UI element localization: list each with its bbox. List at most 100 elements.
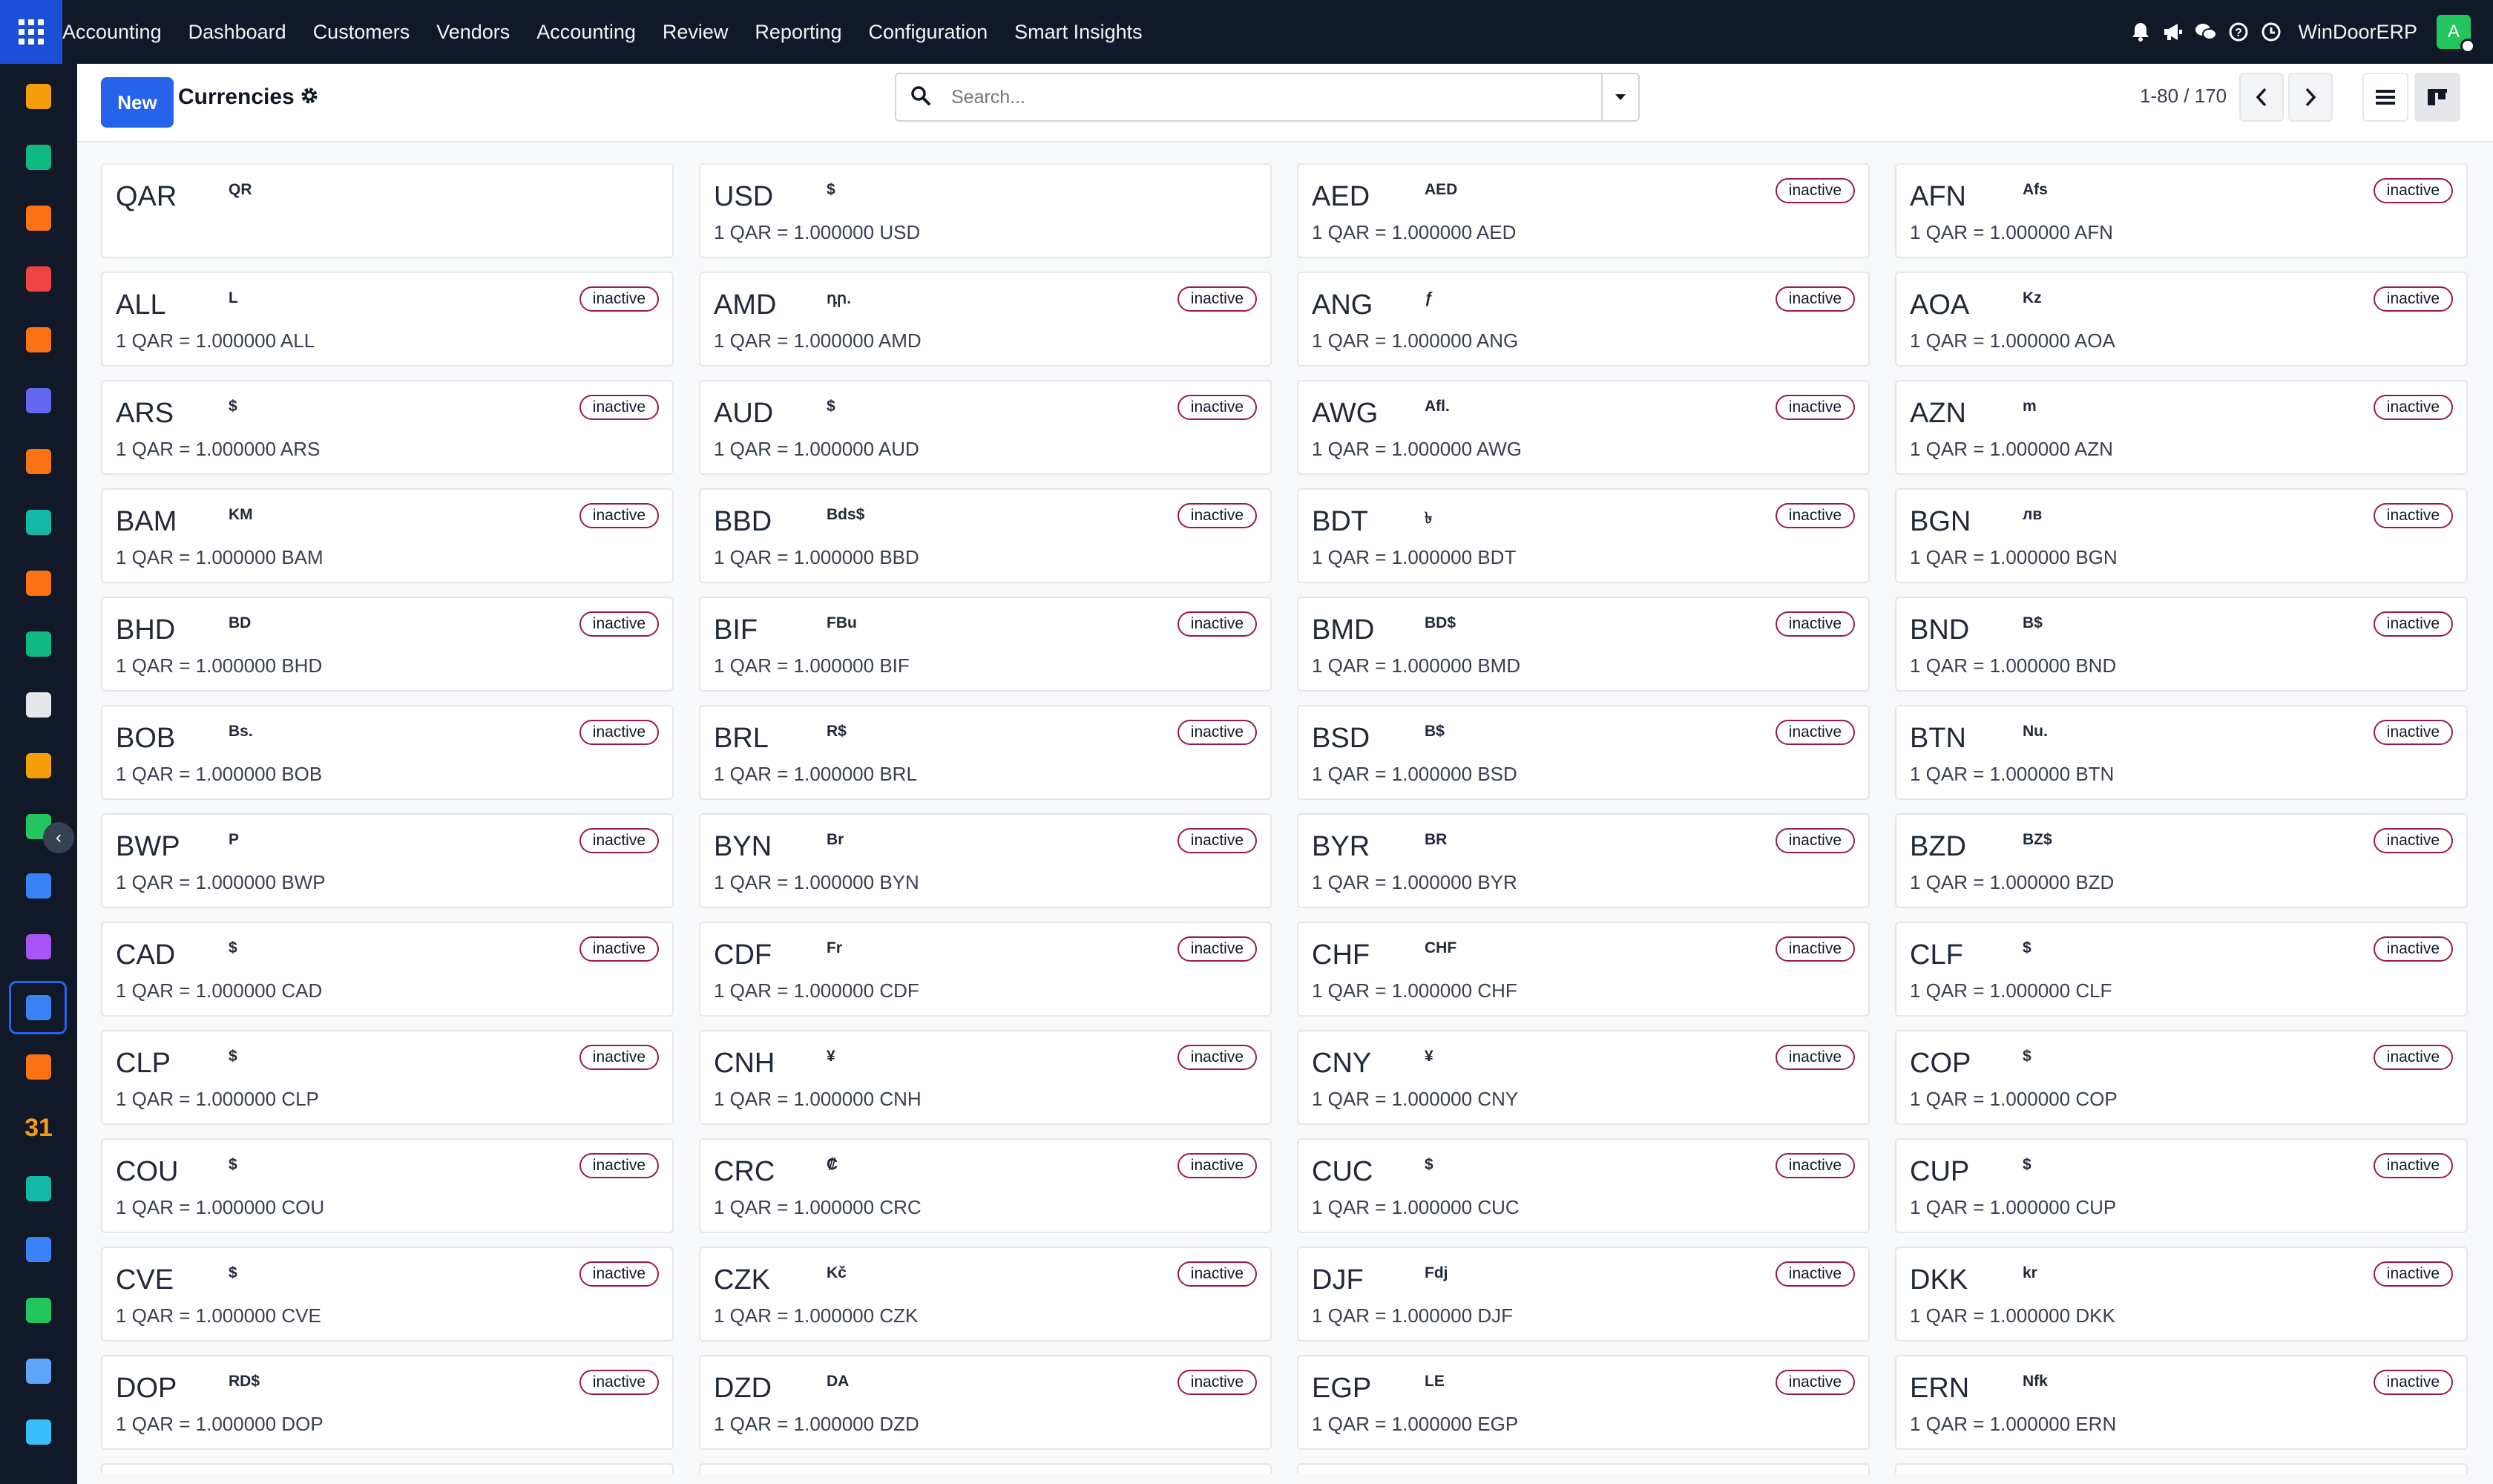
currency-card[interactable]: BTN Nu. inactive 1 QAR = 1.000000 BTN (1895, 705, 2468, 800)
currency-card[interactable]: CZK Kč inactive 1 QAR = 1.000000 CZK (699, 1247, 1272, 1342)
rail-field-app[interactable] (0, 493, 77, 552)
menu-item-dashboard[interactable]: Dashboard (175, 0, 300, 64)
kanban-view-button[interactable] (2414, 73, 2460, 122)
currency-card[interactable]: DOP RD$ inactive 1 QAR = 1.000000 DOP (101, 1355, 674, 1450)
rail-odoo-app[interactable] (0, 1402, 77, 1462)
currency-card[interactable]: AMD դր. inactive 1 QAR = 1.000000 AMD (699, 272, 1272, 367)
rail-employees-app[interactable] (0, 614, 77, 674)
currency-card[interactable]: ERN Nfk inactive 1 QAR = 1.000000 ERN (1895, 1355, 2468, 1450)
currency-card[interactable]: BIF FBu inactive 1 QAR = 1.000000 BIF (699, 597, 1272, 692)
currency-card[interactable]: BYN Br inactive 1 QAR = 1.000000 BYN (699, 813, 1272, 908)
currency-card[interactable]: BHD BD inactive 1 QAR = 1.000000 BHD (101, 597, 674, 692)
currency-card[interactable]: BWP Pinactive 1 QAR = 1.000000 BWP (101, 813, 674, 908)
currency-card[interactable]: AFN Afs inactive 1 QAR = 1.000000 AFN (1895, 163, 2468, 258)
megaphone-icon[interactable] (2157, 0, 2190, 64)
avatar[interactable]: A (2437, 15, 2475, 53)
help-icon[interactable]: ? (2222, 0, 2255, 64)
menu-item-smart-insights[interactable]: Smart Insights (1001, 0, 1156, 64)
rail-discuss-app[interactable] (0, 310, 77, 370)
currency-card[interactable]: DKK kr inactive 1 QAR = 1.000000 DKK (1895, 1247, 2468, 1342)
currency-card[interactable]: BZD BZ$ inactive 1 QAR = 1.000000 BZD (1895, 813, 2468, 908)
rail-whatsapp-app[interactable] (0, 1281, 77, 1340)
currency-card[interactable]: BRL R$ inactive 1 QAR = 1.000000 BRL (699, 705, 1272, 800)
currency-card[interactable]: BGN лв inactive 1 QAR = 1.000000 BGN (1895, 488, 2468, 583)
chat-icon[interactable] (2190, 0, 2222, 64)
menu-item-vendors[interactable]: Vendors (423, 0, 523, 64)
pager-previous-button[interactable] (2239, 73, 2284, 122)
currency-card[interactable]: CAD $ inactive 1 QAR = 1.000000 CAD (101, 922, 674, 1017)
rail-knowledge-app[interactable] (0, 856, 77, 916)
currency-card-partial[interactable] (101, 1463, 674, 1474)
currency-card[interactable]: CUC $ inactive 1 QAR = 1.000000 CUC (1297, 1138, 1870, 1233)
currency-card[interactable]: CLF $ inactive 1 QAR = 1.000000 CLF (1895, 922, 2468, 1017)
currency-card[interactable]: CVE $ inactive 1 QAR = 1.000000 CVE (101, 1247, 674, 1342)
rail-studio-app[interactable] (0, 736, 77, 795)
menu-item-accounting[interactable]: Accounting (523, 0, 649, 64)
currency-card[interactable]: QAR QR (101, 163, 674, 258)
collapse-rail-button[interactable]: ‹ (43, 822, 74, 853)
currency-card[interactable]: AZN m inactive 1 QAR = 1.000000 AZN (1895, 380, 2468, 475)
pager-value[interactable]: 1-80 / 170 (2140, 85, 2227, 108)
currency-card[interactable]: BSD B$ inactive 1 QAR = 1.000000 BSD (1297, 705, 1870, 800)
company-switcher[interactable]: WinDoorERP (2298, 21, 2417, 44)
currency-card-partial[interactable] (1895, 1463, 2468, 1474)
currency-card[interactable]: EGP LE inactive 1 QAR = 1.000000 EGP (1297, 1355, 1870, 1450)
currency-card[interactable]: AED AED inactive 1 QAR = 1.000000 AED (1297, 163, 1870, 258)
rail-sign-app[interactable] (0, 1159, 77, 1218)
currency-card[interactable]: AWG Afl. inactive 1 QAR = 1.000000 AWG (1297, 380, 1870, 475)
currency-card[interactable]: AUD $ inactive 1 QAR = 1.000000 AUD (699, 380, 1272, 475)
currency-card[interactable]: CHF CHF inactive 1 QAR = 1.000000 CHF (1297, 922, 1870, 1017)
rail-dashboard-app[interactable] (0, 67, 77, 126)
gear-icon[interactable] (300, 86, 319, 111)
rail-team-app[interactable] (0, 1037, 77, 1097)
currency-card-partial[interactable] (699, 1463, 1272, 1474)
currency-card[interactable]: CDF Fr inactive 1 QAR = 1.000000 CDF (699, 922, 1272, 1017)
rail-mail-app[interactable] (0, 371, 77, 430)
search-input[interactable] (951, 74, 1560, 120)
rail-inventory-app[interactable] (0, 675, 77, 735)
menu-brand[interactable]: Accounting (62, 0, 175, 64)
clock-icon[interactable] (2255, 0, 2287, 64)
currency-card[interactable]: CUP $ inactive 1 QAR = 1.000000 CUP (1895, 1138, 2468, 1233)
currency-card[interactable]: BAM KM inactive 1 QAR = 1.000000 BAM (101, 488, 674, 583)
new-button[interactable]: New (101, 77, 174, 128)
currency-card[interactable]: USD $1 QAR = 1.000000 USD (699, 163, 1272, 258)
rail-package-app[interactable] (0, 917, 77, 976)
currency-card-partial[interactable] (1297, 1463, 1870, 1474)
search-options-toggle[interactable] (1601, 74, 1638, 120)
currency-card[interactable]: ARS $ inactive 1 QAR = 1.000000 ARS (101, 380, 674, 475)
currency-card[interactable]: CNY ¥ inactive 1 QAR = 1.000000 CNY (1297, 1030, 1870, 1125)
menu-item-review[interactable]: Review (649, 0, 742, 64)
rail-reporting-app[interactable] (0, 188, 77, 248)
currency-card[interactable]: BBD Bds$ inactive 1 QAR = 1.000000 BBD (699, 488, 1272, 583)
currency-card[interactable]: DJF Fdj inactive 1 QAR = 1.000000 DJF (1297, 1247, 1870, 1342)
bell-icon[interactable] (2124, 0, 2157, 64)
rail-accounting-app[interactable] (0, 978, 77, 1037)
currency-card[interactable]: CLP $ inactive 1 QAR = 1.000000 CLP (101, 1030, 674, 1125)
currency-card[interactable]: CNH ¥ inactive 1 QAR = 1.000000 CNH (699, 1030, 1272, 1125)
currency-card[interactable]: BND B$ inactive 1 QAR = 1.000000 BND (1895, 597, 2468, 692)
currency-card[interactable]: BOB Bs. inactive 1 QAR = 1.000000 BOB (101, 705, 674, 800)
list-view-button[interactable] (2362, 73, 2408, 122)
rail-sales-app[interactable] (0, 554, 77, 613)
app-menu-button[interactable] (0, 0, 62, 64)
rail-calendar-app[interactable]: 31 (0, 1098, 77, 1158)
menu-item-configuration[interactable]: Configuration (855, 0, 1002, 64)
currency-card[interactable]: BDT ৳ inactive 1 QAR = 1.000000 BDT (1297, 488, 1870, 583)
currency-card[interactable]: BMD BD$ inactive 1 QAR = 1.000000 BMD (1297, 597, 1870, 692)
currency-card[interactable]: ALL Linactive 1 QAR = 1.000000 ALL (101, 272, 674, 367)
currency-card[interactable]: CRC ₡ inactive 1 QAR = 1.000000 CRC (699, 1138, 1272, 1233)
menu-item-customers[interactable]: Customers (300, 0, 424, 64)
currency-card[interactable]: ANG ƒ inactive 1 QAR = 1.000000 ANG (1297, 272, 1870, 367)
currency-card[interactable]: AOA Kz inactive 1 QAR = 1.000000 AOA (1895, 272, 2468, 367)
currency-card[interactable]: BYR BR inactive 1 QAR = 1.000000 BYR (1297, 813, 1870, 908)
currency-card[interactable]: COP $ inactive 1 QAR = 1.000000 COP (1895, 1030, 2468, 1125)
pager-next-button[interactable] (2288, 73, 2333, 122)
rail-pie-app[interactable] (0, 249, 77, 309)
currency-card[interactable]: DZD DA inactive 1 QAR = 1.000000 DZD (699, 1355, 1272, 1450)
rail-contacts-app[interactable] (0, 128, 77, 187)
currency-card[interactable]: COU $ inactive 1 QAR = 1.000000 COU (101, 1138, 674, 1233)
menu-item-reporting[interactable]: Reporting (741, 0, 855, 64)
rail-livechat-app[interactable] (0, 432, 77, 491)
rail-timer-app[interactable] (0, 1342, 77, 1401)
